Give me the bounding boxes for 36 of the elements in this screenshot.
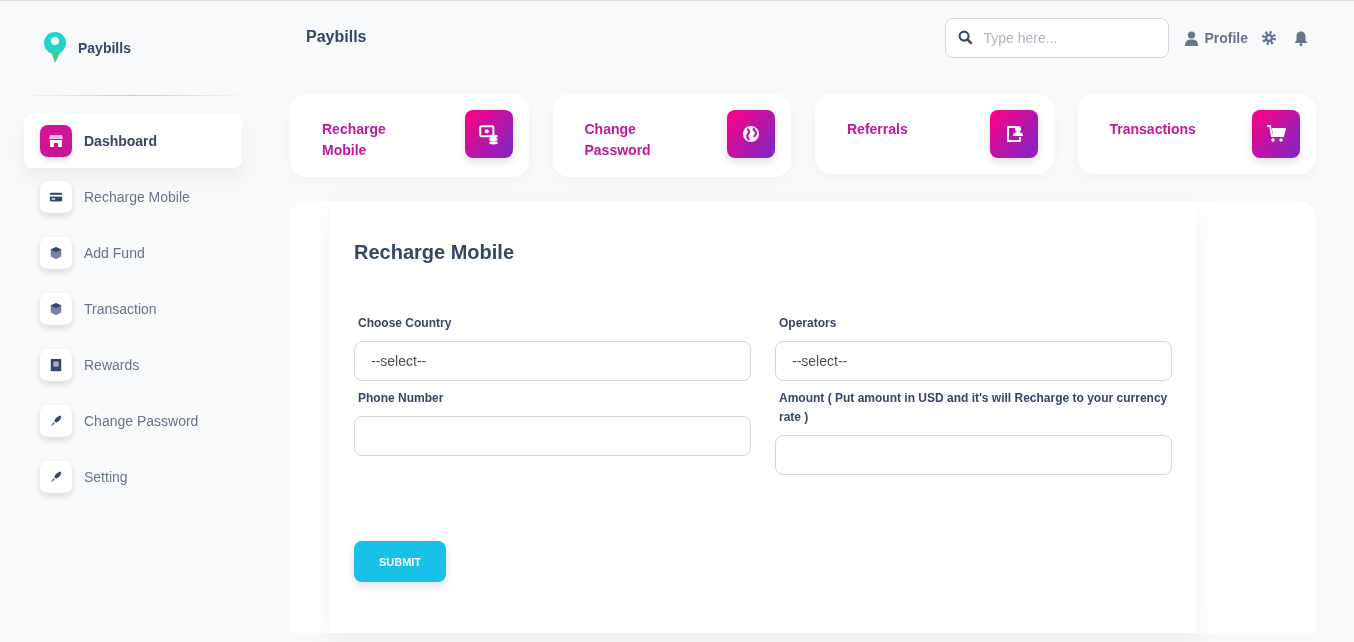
shortcut-card[interactable]: Change Password — [552, 94, 791, 177]
shortcut-card[interactable]: Recharge Mobile — [290, 94, 529, 177]
store-icon — [48, 133, 64, 149]
sidebar-item[interactable]: Add Fund — [24, 226, 242, 280]
input-field[interactable]: --select-- — [354, 341, 751, 381]
card-icon — [49, 190, 63, 204]
field-label: Amount ( Put amount in USD and it's will Recharge to your currency rate ) — [778, 390, 1169, 426]
cart-icon — [1266, 124, 1286, 144]
notification-bell-icon[interactable] — [1294, 30, 1308, 46]
sidebar-item[interactable]: Setting — [24, 450, 242, 504]
profile-link[interactable]: Profile — [1185, 30, 1248, 46]
form-title: Recharge Mobile — [354, 241, 516, 264]
book-icon — [49, 358, 63, 372]
cube-icon — [49, 246, 63, 260]
field-label: Choose Country — [357, 315, 453, 332]
shortcut-card[interactable]: Transactions — [1077, 94, 1316, 174]
page-title: Paybills — [306, 28, 367, 46]
shortcut-card[interactable]: Referrals — [815, 94, 1054, 174]
sidebar-item[interactable]: Transaction — [24, 282, 242, 336]
money-icon — [477, 123, 500, 145]
cube-icon — [49, 302, 63, 316]
sidebar-item[interactable]: Change Password — [24, 394, 242, 448]
brand-name: Paybills — [78, 40, 131, 56]
settings-icon[interactable] — [1262, 31, 1276, 45]
logo-icon — [42, 31, 68, 65]
sidebar-item[interactable]: Rewards — [24, 338, 242, 392]
sidebar-item[interactable]: Recharge Mobile — [24, 170, 242, 224]
input-field[interactable]: --select-- — [775, 341, 1172, 381]
input-field[interactable] — [354, 416, 751, 456]
globe-icon — [741, 124, 761, 144]
input-field[interactable] — [775, 435, 1172, 475]
field-label: Operators — [778, 315, 838, 332]
sidebar-item[interactable]: Dashboard — [24, 114, 242, 168]
field-label: Phone Number — [357, 390, 445, 407]
search-field[interactable]: Type here... — [945, 18, 1170, 58]
person-icon — [1185, 30, 1199, 46]
